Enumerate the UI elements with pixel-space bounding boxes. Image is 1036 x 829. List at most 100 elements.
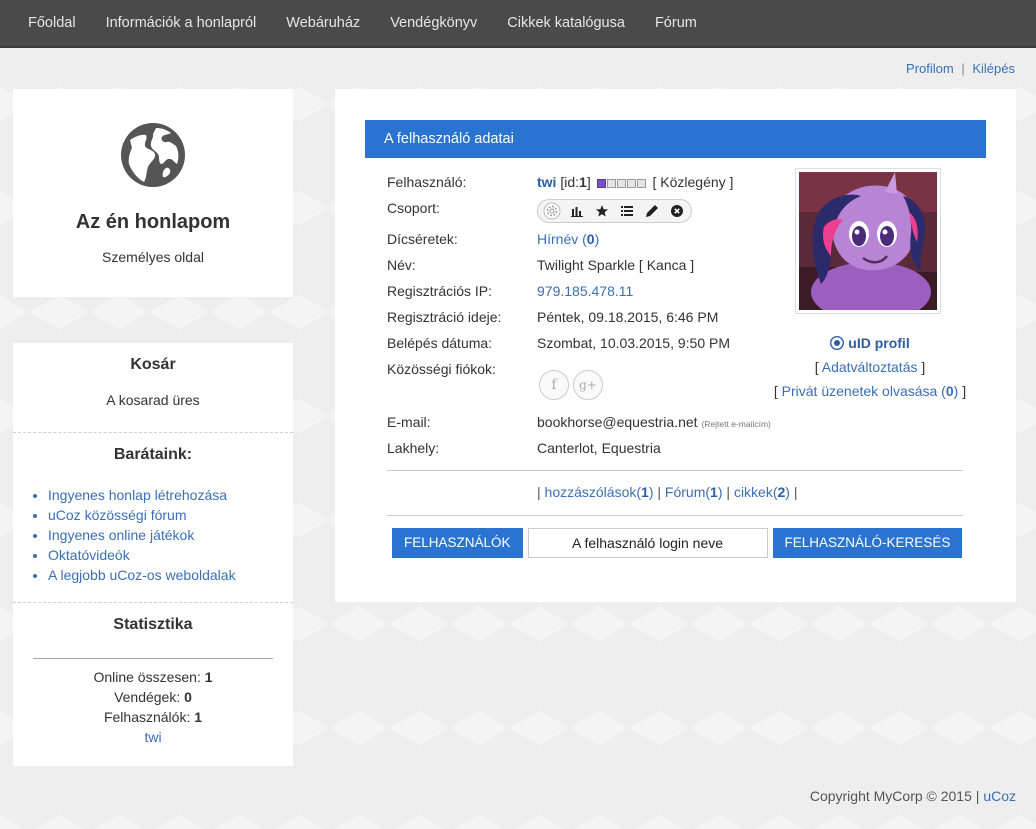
paren: ) [717,484,723,500]
facebook-icon[interactable]: f [539,370,569,400]
private-messages-row: [ Privát üzenetek olvasása (0) ] [755,381,985,401]
divider [33,658,273,659]
rank-pip [636,179,646,189]
paren: ) [785,484,790,500]
user-id: 1 [579,174,587,190]
stat-guests: Vendégek: 0 [13,687,293,707]
close-circle-icon[interactable] [664,200,689,222]
friends-title: Barátaink: [113,446,193,463]
nav-item-about[interactable]: Információk a honlapról [91,1,272,45]
name-value: Twilight Sparkle [ Kanca ] [537,257,695,273]
profile-link[interactable]: Profilom [906,61,954,76]
stat-label: Vendégek: [114,689,181,705]
label-email: E-mail: [387,414,431,430]
comments-label: hozzászólások( [544,484,642,500]
site-subtitle: Személyes oldal [102,249,204,265]
logout-link[interactable]: Kilépés [972,61,1015,76]
users-button[interactable]: FELHASZNÁLÓK [392,528,523,558]
pipe: | [537,484,541,500]
uid-icon [830,336,845,350]
pipe: | [726,484,731,500]
login-name-input[interactable] [527,528,768,558]
pencil-icon[interactable] [639,200,664,222]
pm-close: ) [953,383,959,399]
pm-label: Privát üzenetek olvasása ( [781,383,946,399]
rank-pip [626,179,636,189]
bar-chart-icon[interactable] [564,200,589,222]
star-icon[interactable] [589,200,614,222]
forum-label: Fórum( [664,484,711,500]
uid-profile-link[interactable]: uID profil [830,335,910,351]
stat-users: Felhasználók: 1 [13,707,293,727]
friends-widget: Barátaink: Ingyenes honlap létrehozása u… [13,433,293,603]
gear-icon[interactable] [539,200,564,222]
user-search: FELHASZNÁLÓK FELHASZNÁLÓ-KERESÉS [392,528,963,558]
praise-close[interactable]: ) [595,231,600,247]
list-item: uCoz közösségi fórum [48,505,293,525]
label-reg-ip: Regisztrációs IP: [387,283,493,299]
label-reg-date: Regisztráció ideje: [387,309,502,325]
label-group: Csoport: [387,200,440,216]
friend-link[interactable]: Ingyenes online játékok [48,527,194,543]
stat-label: Online összesen: [93,669,201,685]
friend-link[interactable]: Ingyenes honlap létrehozása [48,487,227,503]
activity-links: | hozzászólások(1) | Fórum(1) | cikkek(2… [537,484,798,500]
social-accounts: f g+ [539,370,603,400]
praise-link[interactable]: Hírnév [537,231,578,247]
uid-profile-label: uID profil [848,335,910,351]
cart-title: Kosár [130,356,176,373]
user-search-button[interactable]: FELHASZNÁLÓ-KERESÉS [772,528,963,558]
stat-value: 0 [184,689,192,705]
list-icon[interactable] [614,200,639,222]
paren: ) [648,484,654,500]
email-value: bookhorse@equestria.net (Rejtett e-mailc… [537,412,771,434]
label-login-date: Belépés dátuma: [387,335,493,351]
location-value: Canterlot, Equestria [537,440,661,456]
forum-link[interactable]: Fórum(1) [665,484,723,500]
id-prefix: [id: [560,174,580,190]
google-plus-icon[interactable]: g+ [573,370,603,400]
friend-link[interactable]: A legjobb uCoz-os weboldalak [48,567,236,583]
bracket: ] [962,383,967,399]
friend-link[interactable]: Oktatóvideók [48,547,130,563]
site-title: Az én honlapom [75,211,231,233]
cart-widget: Kosár A kosarad üres [13,343,293,433]
user-profile-panel: A felhasználó adatai Felhasználó: Csopor… [335,89,1016,602]
reg-ip-value: 979.185.478.11 [537,281,633,301]
nav-item-shop[interactable]: Webáruház [271,1,375,45]
email-address: bookhorse@equestria.net [537,414,698,430]
uid-profile-row: uID profil [755,333,985,353]
avatar [795,168,941,314]
divider [387,515,963,516]
nav-item-home[interactable]: Főoldal [13,1,91,45]
online-user-link[interactable]: twi [144,729,161,745]
nav-item-articles[interactable]: Cikkek katalógusa [492,1,640,45]
comments-link[interactable]: hozzászólások(1) [545,484,654,500]
stats-title: Statisztika [113,616,193,633]
label-praise: Dícséretek: [387,231,458,247]
username-link[interactable]: twi [537,174,556,190]
nav-item-forum[interactable]: Fórum [640,1,712,45]
articles-link[interactable]: cikkek(2) [734,484,790,500]
reg-ip-link[interactable]: 979.185.478.11 [537,283,633,299]
list-item: Oktatóvideók [48,545,293,565]
praise-value: Hírnév (0) [537,229,599,249]
friend-link[interactable]: uCoz közösségi fórum [48,507,187,523]
bracket: [ [773,383,778,399]
rank-bar [596,173,647,193]
praise-count[interactable]: 0 [587,231,595,247]
list-item: A legjobb uCoz-os weboldalak [48,565,293,585]
nav-item-guestbook[interactable]: Vendégkönyv [375,1,492,45]
stat-online: Online összesen: 1 [13,667,293,687]
footer: Copyright MyCorp © 2015 | uCoz [810,788,1016,804]
private-messages-link[interactable]: Privát üzenetek olvasása (0) [782,383,959,399]
reg-date-value: Péntek, 09.18.2015, 6:46 PM [537,309,719,325]
ucoz-link[interactable]: uCoz [983,788,1016,804]
edit-profile-row: [ Adatváltoztatás ] [755,357,985,377]
edit-profile-link[interactable]: Adatváltoztatás [822,359,918,375]
stat-value: 1 [204,669,213,685]
bracket: [ [814,359,819,375]
pipe: | [657,484,662,500]
label-name: Név: [387,257,416,273]
bracket: ] [921,359,926,375]
